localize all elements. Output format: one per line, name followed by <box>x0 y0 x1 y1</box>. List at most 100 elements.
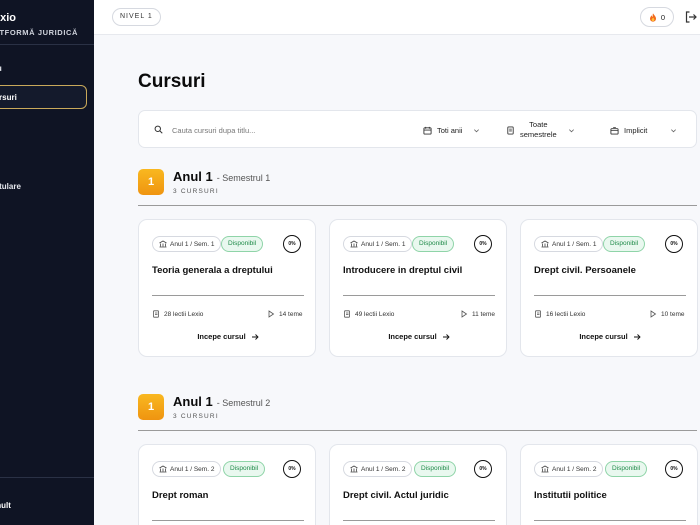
year-chip-label: Anul 1 / Sem. 1 <box>170 240 215 248</box>
sort-icon <box>610 126 619 135</box>
section-year: Anul 1 <box>173 394 213 409</box>
section-count: 3 CURSURI <box>173 188 219 195</box>
sort-filter-label: Implicit <box>624 125 648 135</box>
start-course-button[interactable]: Incepe cursul <box>330 332 506 341</box>
course-title: Drept roman <box>152 490 209 501</box>
lessons-count: 49 lectii Lexio <box>355 310 395 318</box>
brand-name: exio <box>0 12 17 24</box>
year-chip-label: Anul 1 / Sem. 2 <box>170 465 215 473</box>
filter-bar: Toti anii Toate semestrele Implicit <box>138 110 697 148</box>
sidebar-footer-item[interactable]: mult <box>0 501 11 510</box>
year-chip: Anul 1 / Sem. 2 <box>534 461 604 477</box>
sidebar-item-label: rsuri <box>0 93 17 102</box>
progress-ring: 0% <box>283 460 301 478</box>
course-card[interactable]: Anul 1 / Sem. 1 Disponibil 0% Introducer… <box>329 219 507 357</box>
sidebar-item-home[interactable]: ou <box>0 64 2 73</box>
search-input[interactable] <box>172 122 392 138</box>
year-chip: Anul 1 / Sem. 2 <box>343 461 413 477</box>
card-divider <box>534 295 686 296</box>
year-chip: Anul 1 / Sem. 1 <box>152 236 222 252</box>
book-icon <box>344 310 350 318</box>
book-icon <box>153 310 159 318</box>
topics-count: 11 teme <box>472 310 496 318</box>
section-badge: 1 <box>138 394 164 420</box>
sidebar-item-courses[interactable]: rsuri <box>0 85 87 109</box>
year-chip: Anul 1 / Sem. 1 <box>534 236 604 252</box>
institution-icon <box>541 465 549 473</box>
year-chip-label: Anul 1 / Sem. 1 <box>552 240 597 248</box>
topics-count: 10 teme <box>661 310 685 318</box>
course-title: Drept civil. Persoanele <box>534 265 636 276</box>
year-chip: Anul 1 / Sem. 2 <box>152 461 222 477</box>
chevron-down-icon <box>568 128 574 132</box>
year-filter[interactable]: Toti anii <box>423 119 480 141</box>
topics-meta: 10 teme <box>649 310 685 318</box>
institution-icon <box>350 240 358 248</box>
course-title: Institutii politice <box>534 490 607 501</box>
status-badge: Disponibil <box>221 236 264 252</box>
course-title: Drept civil. Actul juridic <box>343 490 449 501</box>
year-chip-label: Anul 1 / Sem. 2 <box>361 465 406 473</box>
topics-meta: 14 teme <box>267 310 303 318</box>
lessons-count: 28 lectii Lexio <box>164 310 204 318</box>
play-icon <box>268 310 275 318</box>
page-title: Cursuri <box>138 71 206 92</box>
arrow-right-icon <box>251 333 259 340</box>
arrow-right-icon <box>442 333 450 340</box>
start-course-label: Incepe cursul <box>388 332 437 341</box>
lessons-meta: 28 lectii Lexio <box>152 310 203 318</box>
course-card[interactable]: Anul 1 / Sem. 2 Disponibil 0% Institutii… <box>520 444 698 525</box>
play-icon <box>650 310 657 318</box>
course-title: Introducere in dreptul civil <box>343 265 463 276</box>
year-chip-label: Anul 1 / Sem. 2 <box>552 465 597 473</box>
semester-filter[interactable]: Toate semestrele <box>506 119 575 141</box>
progress-ring: 0% <box>665 235 683 253</box>
lessons-meta: 16 lectii Lexio <box>534 310 585 318</box>
progress-ring: 0% <box>474 460 492 478</box>
year-chip: Anul 1 / Sem. 1 <box>343 236 413 252</box>
topics-meta: 11 teme <box>460 310 495 318</box>
course-card[interactable]: Anul 1 / Sem. 2 Disponibil 0% Drept civi… <box>329 444 507 525</box>
course-card[interactable]: Anul 1 / Sem. 1 Disponibil 0% Drept civi… <box>520 219 698 357</box>
sort-filter[interactable]: Implicit <box>610 119 677 141</box>
section-title: Anul 1- Semestrul 2 <box>173 394 270 409</box>
section-title: Anul 1- Semestrul 1 <box>173 169 270 184</box>
card-divider <box>152 295 304 296</box>
status-badge: Disponibil <box>414 461 457 477</box>
logout-icon[interactable] <box>684 10 698 24</box>
institution-icon <box>159 465 167 473</box>
status-badge: Disponibil <box>603 236 646 252</box>
section-divider <box>138 430 697 431</box>
sidebar: exio ATFORMĂ JURIDICĂ ou rsuri ță pitula… <box>0 0 94 525</box>
play-icon <box>461 310 468 318</box>
chevron-down-icon <box>671 128 677 132</box>
status-badge: Disponibil <box>412 236 455 252</box>
lessons-meta: 49 lectii Lexio <box>343 310 394 318</box>
brand[interactable]: exio ATFORMĂ JURIDICĂ <box>0 12 78 37</box>
lessons-count: 16 lectii Lexio <box>546 310 586 318</box>
document-icon <box>507 125 514 135</box>
semester-filter-label-line1: Toate <box>529 120 548 129</box>
semester-filter-label: Toate semestrele <box>520 120 557 140</box>
card-divider <box>343 295 495 296</box>
card-divider <box>343 520 495 521</box>
institution-icon <box>159 240 167 248</box>
course-card[interactable]: Anul 1 / Sem. 1 Disponibil 0% Teoria gen… <box>138 219 316 357</box>
divider <box>0 477 94 478</box>
section-year: Anul 1 <box>173 169 213 184</box>
course-title: Teoria generala a dreptului <box>152 265 273 276</box>
year-filter-label: Toti anii <box>437 125 463 135</box>
search-icon <box>154 125 163 134</box>
start-course-button[interactable]: Incepe cursul <box>139 332 315 341</box>
section-semester: - Semestrul 1 <box>216 173 271 183</box>
progress-ring: 0% <box>474 235 492 253</box>
calendar-icon <box>423 126 432 135</box>
start-course-button[interactable]: Incepe cursul <box>521 332 697 341</box>
level-badge: NIVEL 1 <box>112 8 161 26</box>
year-chip-label: Anul 1 / Sem. 1 <box>361 240 406 248</box>
brand-subtitle: ATFORMĂ JURIDICĂ <box>0 28 79 37</box>
sidebar-item-recap[interactable]: pitulare <box>0 182 21 191</box>
streak-button[interactable]: 0 <box>640 7 674 27</box>
course-card[interactable]: Anul 1 / Sem. 2 Disponibil 0% Drept roma… <box>138 444 316 525</box>
progress-ring: 0% <box>665 460 683 478</box>
